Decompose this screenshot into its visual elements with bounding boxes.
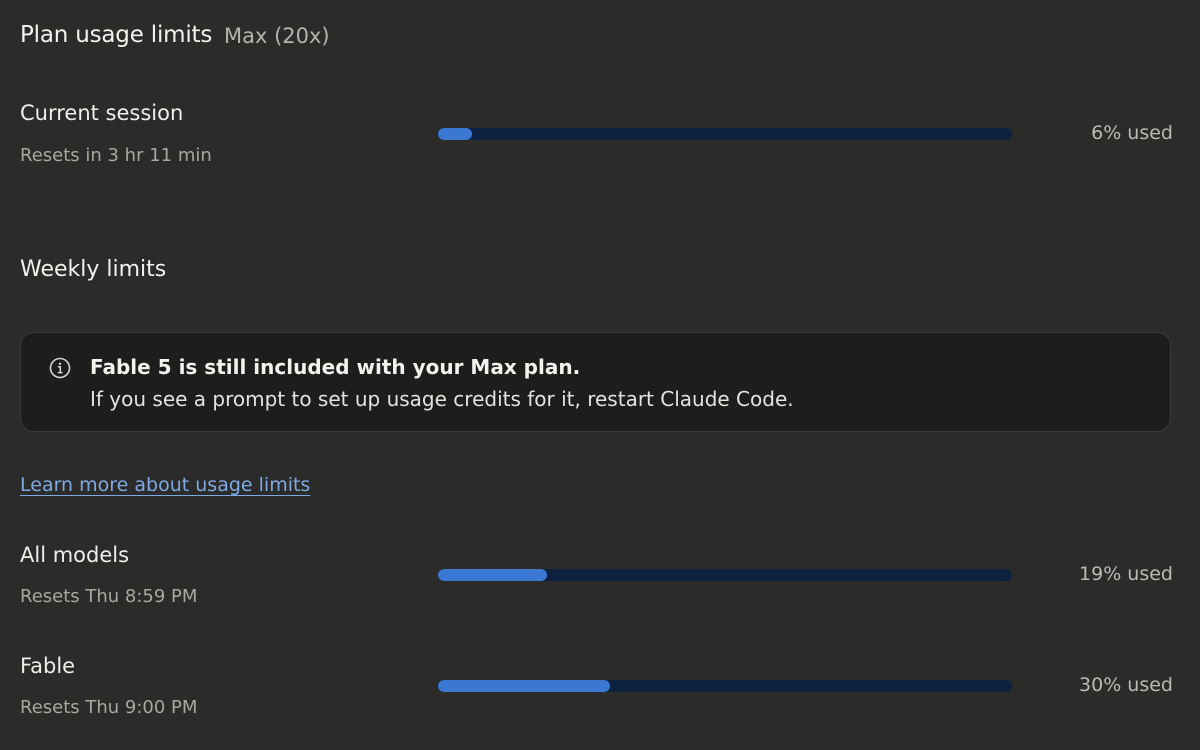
fable-progress-track [438, 680, 1012, 692]
learn-more-link[interactable]: Learn more about usage limits [20, 474, 310, 496]
all-models-progress-fill [438, 569, 548, 581]
fable-title: Fable [20, 654, 76, 678]
fable-reset: Resets Thu 9:00 PM [20, 697, 198, 718]
notice-text: If you see a prompt to set up usage cred… [90, 387, 794, 411]
current-session-reset: Resets in 3 hr 11 min [20, 145, 212, 166]
current-session-progress-fill [438, 128, 473, 140]
info-notice: Fable 5 is still included with your Max … [20, 332, 1171, 432]
all-models-title: All models [20, 543, 130, 567]
info-icon [49, 357, 71, 379]
fable-percent: 30% used [1079, 674, 1173, 696]
notice-heading: Fable 5 is still included with your Max … [90, 355, 581, 379]
current-session-percent: 6% used [1091, 122, 1173, 144]
all-models-progress-track [438, 569, 1012, 581]
all-models-percent: 19% used [1079, 563, 1173, 585]
weekly-limits-title: Weekly limits [20, 257, 167, 282]
plan-name: Max (20x) [224, 24, 330, 48]
page-title: Plan usage limits [20, 22, 213, 48]
all-models-reset: Resets Thu 8:59 PM [20, 586, 198, 607]
current-session-title: Current session [20, 101, 184, 125]
fable-progress-fill [438, 680, 611, 692]
current-session-progress-track [438, 128, 1012, 140]
